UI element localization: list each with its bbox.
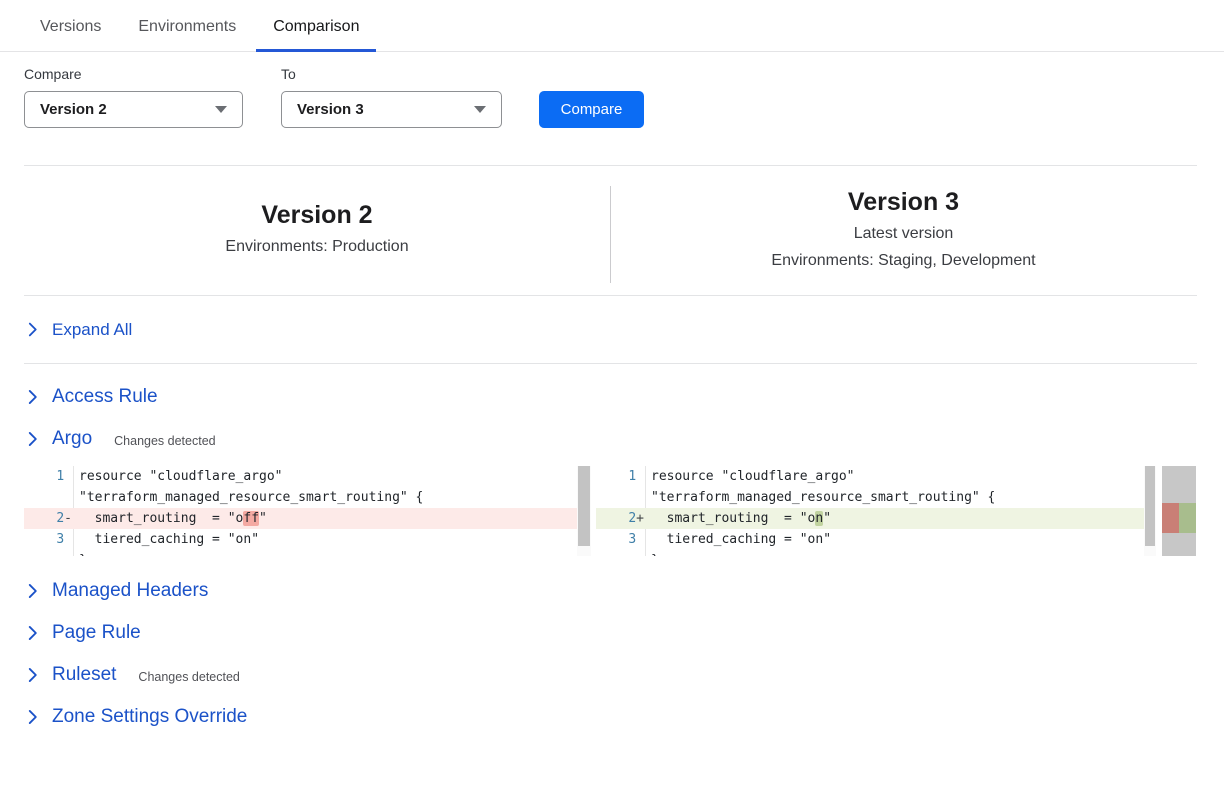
section-title: Page Rule (52, 622, 141, 644)
resource-sections: Access Rule Argo Changes detected 1- res… (0, 364, 1224, 758)
section-zone-settings-override[interactable]: Zone Settings Override (0, 696, 1224, 738)
expand-all-button[interactable]: Expand All (0, 296, 1224, 363)
section-access-rule[interactable]: Access Rule (0, 376, 1224, 418)
version-comparison-header: Version 2 Environments: Production Versi… (0, 166, 1224, 295)
chevron-right-icon (27, 709, 38, 725)
chevron-right-icon (27, 431, 38, 447)
diff-line: 3+ tiered_caching = "on" (596, 529, 1156, 550)
removed-word-highlight: ff (243, 511, 259, 526)
section-title: Ruleset (52, 664, 116, 686)
version-left-environments: Environments: Production (24, 237, 610, 257)
diff-line: 1+ resource "cloudflare_argo" "terraform… (596, 466, 1156, 508)
version-right-environments: Environments: Staging, Development (610, 251, 1197, 271)
vertical-divider (610, 186, 611, 283)
diff-overview-minimap[interactable] (1162, 466, 1196, 556)
section-title: Access Rule (52, 386, 158, 408)
tab-bar: Versions Environments Comparison (0, 0, 1224, 52)
scrollbar-thumb[interactable] (578, 466, 590, 546)
version-right-header: Version 3 Latest version Environments: S… (610, 187, 1224, 271)
section-title: Argo (52, 428, 92, 450)
tab-environments[interactable]: Environments (121, 18, 253, 51)
argo-diff-viewer: 1- resource "cloudflare_argo" "terraform… (24, 466, 1224, 556)
section-ruleset[interactable]: Ruleset Changes detected (0, 654, 1224, 696)
to-label: To (281, 66, 502, 82)
to-version-value: Version 3 (297, 101, 364, 118)
section-title: Managed Headers (52, 580, 208, 602)
dropdown-caret-icon (215, 106, 227, 113)
compare-form: Compare Version 2 To Version 3 Compare (0, 52, 1224, 128)
diff-panel-new[interactable]: 1+ resource "cloudflare_argo" "terraform… (596, 466, 1156, 556)
minimap-removed-marker (1162, 503, 1179, 533)
compare-version-select[interactable]: Version 2 (24, 91, 243, 128)
diff-line: - } (24, 550, 591, 556)
changes-detected-badge: Changes detected (114, 431, 215, 448)
version-right-title: Version 3 (610, 187, 1197, 217)
diff-line: 1- resource "cloudflare_argo" "terraform… (24, 466, 591, 508)
diff-old-scrollbar[interactable] (577, 466, 591, 556)
section-title: Zone Settings Override (52, 706, 247, 728)
chevron-right-icon (27, 667, 38, 683)
section-managed-headers[interactable]: Managed Headers (0, 570, 1224, 612)
diff-new-scrollbar[interactable] (1144, 466, 1156, 556)
diff-line: + } (596, 550, 1156, 556)
diff-line-removed: 2- smart_routing = "off" (24, 508, 591, 529)
changes-detected-badge: Changes detected (138, 667, 239, 684)
section-page-rule[interactable]: Page Rule (0, 612, 1224, 654)
diff-panel-old[interactable]: 1- resource "cloudflare_argo" "terraform… (24, 466, 591, 556)
minimap-added-marker (1179, 503, 1196, 533)
compare-label: Compare (24, 66, 243, 82)
to-version-select[interactable]: Version 3 (281, 91, 502, 128)
diff-line-added: 2+ smart_routing = "on" (596, 508, 1156, 529)
version-left-header: Version 2 Environments: Production (0, 187, 610, 271)
version-right-latest-label: Latest version (610, 224, 1197, 244)
chevron-right-icon (27, 322, 38, 337)
compare-version-value: Version 2 (40, 101, 107, 118)
tab-comparison[interactable]: Comparison (256, 18, 376, 51)
diff-line: 3- tiered_caching = "on" (24, 529, 591, 550)
section-argo[interactable]: Argo Changes detected (0, 418, 1224, 460)
chevron-right-icon (27, 625, 38, 641)
chevron-right-icon (27, 583, 38, 599)
version-left-title: Version 2 (24, 200, 610, 230)
tab-versions[interactable]: Versions (23, 18, 118, 51)
expand-all-label: Expand All (52, 320, 132, 340)
scrollbar-thumb[interactable] (1145, 466, 1155, 546)
chevron-right-icon (27, 389, 38, 405)
dropdown-caret-icon (474, 106, 486, 113)
compare-button[interactable]: Compare (539, 91, 644, 128)
